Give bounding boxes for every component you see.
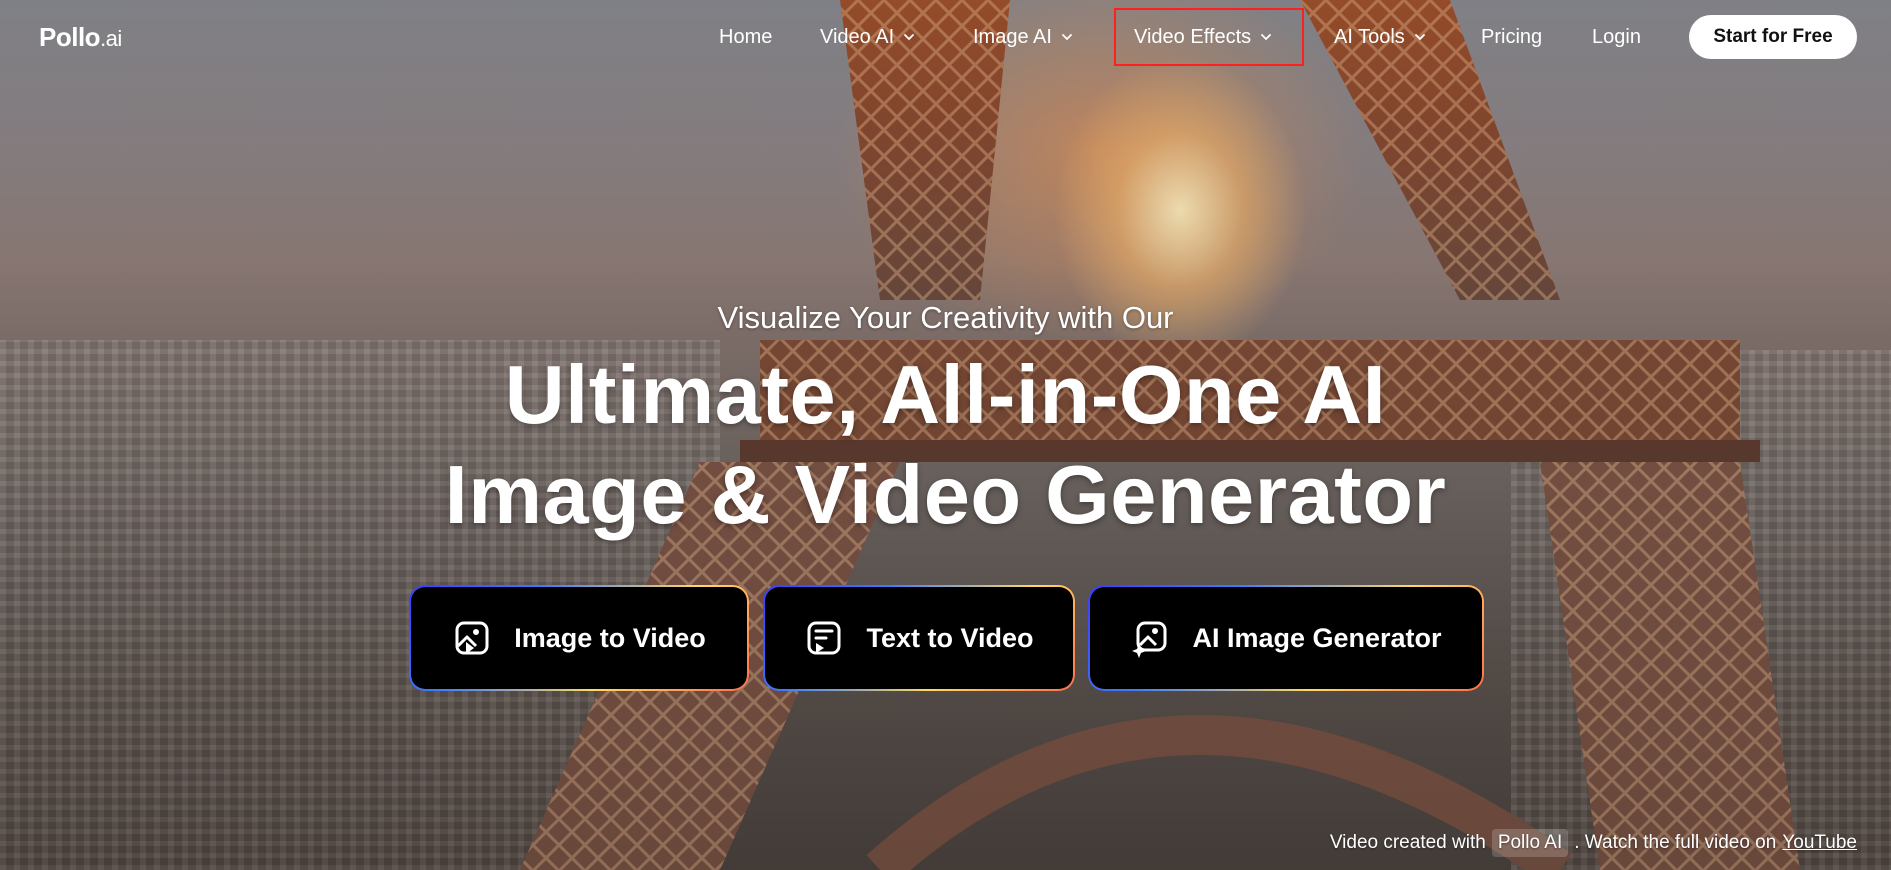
top-navigation: Pollo.ai Home Video AI Image AI Video Ef… [0, 0, 1891, 74]
nav-login-label: Login [1592, 26, 1641, 48]
image-video-icon [455, 621, 489, 655]
text-video-icon [807, 621, 841, 655]
nav-video-ai[interactable]: Video AI [820, 24, 916, 50]
nav-home-label: Home [719, 26, 773, 48]
caption-prefix: Video created with [1329, 832, 1486, 853]
caption-middle: . Watch the full video on [1574, 832, 1777, 853]
nav-ai-tools[interactable]: AI Tools [1334, 24, 1427, 50]
image-to-video-label: Image to Video [514, 622, 706, 653]
pollo-logo[interactable]: Pollo.ai [39, 22, 122, 54]
ai-image-generator-button[interactable]: AI Image Generator [1090, 587, 1482, 689]
nav-home[interactable]: Home [719, 24, 772, 50]
start-for-free-button[interactable]: Start for Free [1689, 15, 1857, 59]
ai-image-icon [1132, 621, 1167, 658]
chevron-down-icon [1062, 34, 1072, 41]
hero-section: Pollo.ai Home Video AI Image AI Video Ef… [0, 0, 1891, 870]
hero-subtitle: Visualize Your Creativity with Our [717, 300, 1174, 335]
chevron-down-icon [1414, 34, 1425, 41]
image-to-video-button[interactable]: Image to Video [411, 587, 747, 689]
headline-line-1: Ultimate, All-in-One AI [504, 348, 1387, 441]
text-to-video-label: Text to Video [866, 622, 1034, 653]
nav-pricing[interactable]: Pricing [1481, 24, 1542, 50]
video-credit-caption: Video created with Pollo AI . Watch the … [1330, 829, 1857, 857]
nav-image-ai-label: Image AI [973, 26, 1052, 48]
pollo-ai-chip: Pollo AI [1491, 829, 1569, 857]
headline-line-2: Image & Video Generator [444, 448, 1447, 541]
youtube-link[interactable]: YouTube [1782, 829, 1857, 857]
logo-suffix: .ai [100, 26, 122, 51]
text-to-video-button[interactable]: Text to Video [765, 587, 1073, 689]
nav-login[interactable]: Login [1592, 24, 1641, 50]
hero-headline: Ultimate, All-in-One AI Image & Video Ge… [0, 345, 1891, 545]
ai-image-generator-label: AI Image Generator [1192, 622, 1442, 653]
nav-video-ai-label: Video AI [820, 26, 895, 48]
logo-main: Pollo [39, 22, 101, 52]
nav-ai-tools-label: AI Tools [1334, 26, 1405, 48]
nav-image-ai[interactable]: Image AI [973, 24, 1074, 50]
highlight-box [1114, 8, 1304, 66]
nav-pricing-label: Pricing [1481, 26, 1543, 48]
chevron-down-icon [904, 34, 915, 41]
